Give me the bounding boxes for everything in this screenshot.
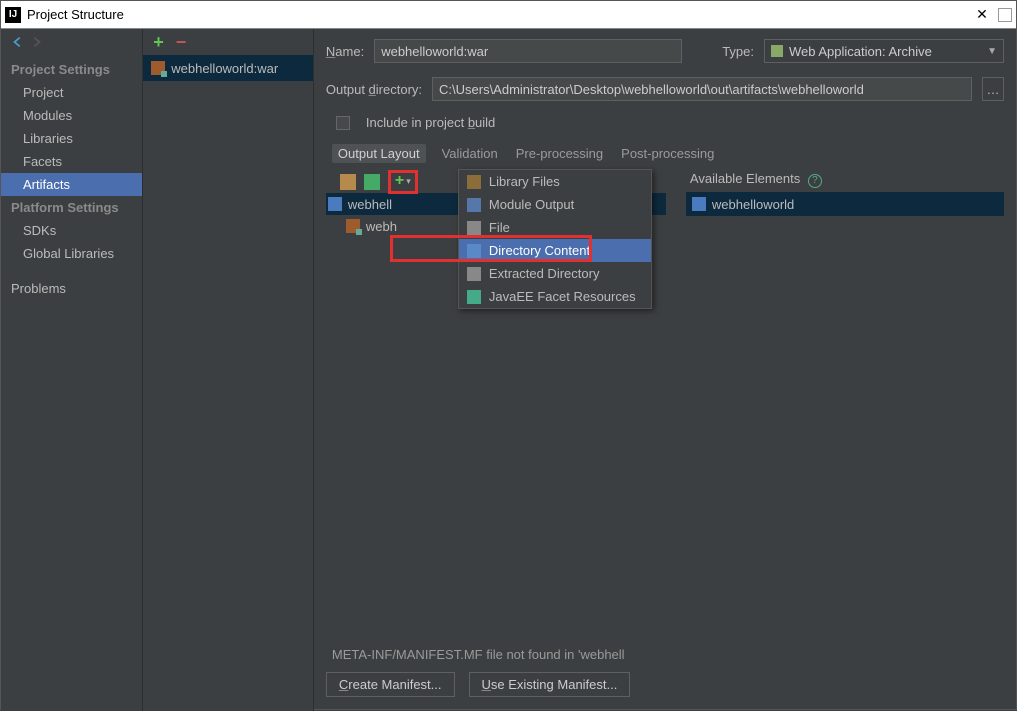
module-icon bbox=[346, 219, 360, 233]
add-copy-button[interactable]: + bbox=[395, 173, 404, 189]
type-value: Web Application: Archive bbox=[789, 44, 932, 59]
web-app-icon bbox=[771, 45, 783, 57]
type-select[interactable]: Web Application: Archive ▼ bbox=[764, 39, 1004, 63]
tree-node-label: webh bbox=[366, 219, 397, 234]
remove-artifact-button[interactable]: − bbox=[176, 33, 187, 51]
manifest-footer: META-INF/MANIFEST.MF file not found in '… bbox=[326, 647, 630, 697]
artifact-list-panel: + − webhelloworld:war bbox=[143, 29, 314, 711]
sidebar-item-libraries[interactable]: Libraries bbox=[1, 127, 142, 150]
sidebar-nav-toolbar bbox=[1, 35, 142, 58]
close-icon[interactable]: ✕ bbox=[970, 6, 994, 23]
output-layout-tree: + ▾ webhell webh Library Files Modul bbox=[326, 171, 666, 237]
sidebar-item-problems[interactable]: Problems bbox=[1, 277, 142, 300]
directory-content-highlight bbox=[390, 235, 592, 262]
sidebar-item-sdks[interactable]: SDKs bbox=[1, 219, 142, 242]
tab-validation[interactable]: Validation bbox=[440, 144, 500, 163]
sidebar-heading-platform-settings: Platform Settings bbox=[1, 196, 142, 219]
sidebar: Project Settings Project Modules Librari… bbox=[1, 29, 143, 711]
output-dir-label: Output directory: bbox=[326, 82, 422, 97]
chevron-down-icon: ▼ bbox=[987, 46, 997, 57]
tab-pre-processing[interactable]: Pre-processing bbox=[514, 144, 605, 163]
available-elements-heading: Available Elements ? bbox=[686, 171, 1004, 192]
output-dir-input[interactable] bbox=[432, 77, 972, 101]
popup-item-javaee-facet[interactable]: JavaEE Facet Resources bbox=[459, 285, 651, 308]
file-icon bbox=[467, 221, 481, 235]
available-element-item[interactable]: webhelloworld bbox=[686, 192, 1004, 216]
javaee-icon bbox=[467, 290, 481, 304]
artifact-icon bbox=[151, 61, 165, 75]
new-archive-icon[interactable] bbox=[364, 174, 380, 190]
create-manifest-button[interactable]: Create Manifest... bbox=[326, 672, 455, 697]
browse-output-dir-button[interactable]: … bbox=[982, 77, 1004, 101]
include-in-build-label: Include in project build bbox=[366, 115, 495, 130]
sidebar-item-modules[interactable]: Modules bbox=[1, 104, 142, 127]
tree-node-label: webhell bbox=[348, 197, 392, 212]
artifact-item-label: webhelloworld:war bbox=[171, 61, 278, 76]
artifact-item[interactable]: webhelloworld:war bbox=[143, 55, 313, 81]
artifact-list-toolbar: + − bbox=[143, 29, 313, 55]
artifact-detail-panel: Name: Type: Web Application: Archive ▼ O… bbox=[314, 29, 1016, 711]
sidebar-heading-project-settings: Project Settings bbox=[1, 58, 142, 81]
add-copy-highlight: + ▾ bbox=[388, 170, 418, 194]
type-label: Type: bbox=[722, 44, 754, 59]
help-icon[interactable]: ? bbox=[808, 174, 822, 188]
titlebar: IJ Project Structure ✕ bbox=[1, 1, 1016, 29]
archive-icon bbox=[328, 197, 342, 211]
sidebar-item-global-libraries[interactable]: Global Libraries bbox=[1, 242, 142, 265]
new-folder-icon[interactable] bbox=[340, 174, 356, 190]
sidebar-item-project[interactable]: Project bbox=[1, 81, 142, 104]
tab-output-layout[interactable]: Output Layout bbox=[332, 144, 426, 163]
back-arrow-icon[interactable] bbox=[11, 35, 25, 49]
sidebar-item-artifacts[interactable]: Artifacts bbox=[1, 173, 142, 196]
library-icon bbox=[467, 175, 481, 189]
popup-item-library-files[interactable]: Library Files bbox=[459, 170, 651, 193]
use-existing-manifest-button[interactable]: Use Existing Manifest... bbox=[469, 672, 631, 697]
popup-item-module-output[interactable]: Module Output bbox=[459, 193, 651, 216]
forward-arrow-icon[interactable] bbox=[29, 35, 43, 49]
module-output-icon bbox=[467, 198, 481, 212]
name-label: Name: bbox=[326, 44, 364, 59]
popup-item-extracted-directory[interactable]: Extracted Directory bbox=[459, 262, 651, 285]
sidebar-item-facets[interactable]: Facets bbox=[1, 150, 142, 173]
chevron-down-icon: ▾ bbox=[406, 176, 411, 187]
tab-post-processing[interactable]: Post-processing bbox=[619, 144, 716, 163]
intellij-icon: IJ bbox=[5, 7, 21, 23]
available-element-label: webhelloworld bbox=[712, 197, 794, 212]
include-in-build-checkbox[interactable] bbox=[336, 116, 350, 130]
extracted-dir-icon bbox=[467, 267, 481, 281]
maximize-icon[interactable] bbox=[998, 8, 1012, 22]
add-artifact-button[interactable]: + bbox=[153, 33, 164, 51]
window-title: Project Structure bbox=[27, 7, 970, 22]
artifact-tabs: Output Layout Validation Pre-processing … bbox=[332, 144, 1004, 163]
name-input[interactable] bbox=[374, 39, 682, 63]
manifest-missing-message: META-INF/MANIFEST.MF file not found in '… bbox=[332, 647, 630, 662]
available-elements-panel: Available Elements ? webhelloworld bbox=[686, 171, 1004, 237]
module-icon bbox=[692, 197, 706, 211]
